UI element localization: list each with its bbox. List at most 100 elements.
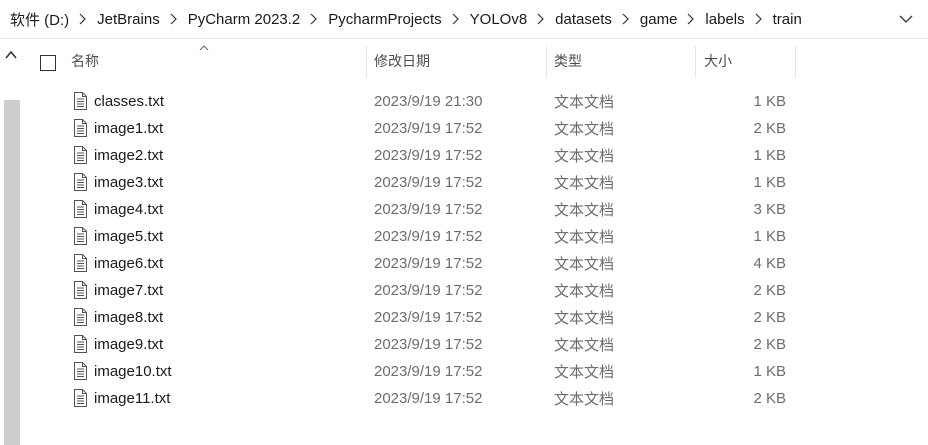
file-name[interactable]: image10.txt [94, 358, 172, 385]
file-modified-date: 2023/9/19 17:52 [374, 282, 483, 299]
file-row[interactable]: image10.txt 2023/9/19 17:52 文本文档 1 KB [22, 358, 928, 385]
file-name[interactable]: image1.txt [94, 115, 163, 142]
file-name[interactable]: image11.txt [94, 385, 170, 412]
file-size: 2 KB [753, 336, 786, 353]
file-modified-date: 2023/9/19 17:52 [374, 309, 483, 326]
file-size: 1 KB [753, 228, 786, 245]
chevron-right-icon[interactable] [745, 0, 773, 38]
chevron-right-icon[interactable] [527, 0, 555, 38]
file-row[interactable]: image6.txt 2023/9/19 17:52 文本文档 4 KB [22, 250, 928, 277]
file-type: 文本文档 [554, 229, 615, 246]
column-header-type[interactable]: 类型 [554, 40, 582, 82]
text-document-icon [74, 254, 87, 272]
file-name[interactable]: image3.txt [94, 169, 163, 196]
file-type: 文本文档 [554, 94, 615, 111]
chevron-right-icon[interactable] [442, 0, 470, 38]
file-type: 文本文档 [554, 337, 615, 354]
column-header-name[interactable]: 名称 [71, 40, 99, 82]
file-name[interactable]: classes.txt [94, 88, 164, 115]
file-row[interactable]: image11.txt 2023/9/19 17:52 文本文档 2 KB [22, 385, 928, 412]
text-document-icon [74, 92, 87, 110]
file-type: 文本文档 [554, 121, 615, 138]
text-document-icon [74, 227, 87, 245]
file-name[interactable]: image7.txt [94, 277, 163, 304]
file-modified-date: 2023/9/19 17:52 [374, 228, 483, 245]
file-name[interactable]: image2.txt [94, 142, 163, 169]
file-modified-date: 2023/9/19 17:52 [374, 174, 483, 191]
file-size: 1 KB [753, 174, 786, 191]
chevron-right-icon[interactable] [677, 0, 705, 38]
text-document-icon [74, 200, 87, 218]
file-modified-date: 2023/9/19 17:52 [374, 147, 483, 164]
text-document-icon [74, 146, 87, 164]
file-row[interactable]: image5.txt 2023/9/19 17:52 文本文档 1 KB [22, 223, 928, 250]
column-header-size[interactable]: 大小 [704, 40, 732, 82]
address-bar[interactable]: 软件 (D:) JetBrains PyCharm 2023.2 Pycharm… [0, 0, 928, 39]
breadcrumb-item[interactable]: PyCharm 2023.2 [188, 11, 301, 28]
file-row[interactable]: image1.txt 2023/9/19 17:52 文本文档 2 KB [22, 115, 928, 142]
file-modified-date: 2023/9/19 17:52 [374, 201, 483, 218]
column-header-modified[interactable]: 修改日期 [374, 40, 430, 82]
file-row[interactable]: image3.txt 2023/9/19 17:52 文本文档 1 KB [22, 169, 928, 196]
file-row[interactable]: image7.txt 2023/9/19 17:52 文本文档 2 KB [22, 277, 928, 304]
breadcrumb-item[interactable]: labels [705, 11, 744, 28]
file-size: 3 KB [753, 201, 786, 218]
file-modified-date: 2023/9/19 17:52 [374, 255, 483, 272]
text-document-icon [74, 389, 87, 407]
column-divider[interactable] [546, 46, 547, 78]
file-name[interactable]: image4.txt [94, 196, 163, 223]
breadcrumb-item[interactable]: JetBrains [97, 11, 160, 28]
file-name[interactable]: image6.txt [94, 250, 163, 277]
chevron-right-icon[interactable] [300, 0, 328, 38]
file-row[interactable]: image8.txt 2023/9/19 17:52 文本文档 2 KB [22, 304, 928, 331]
text-document-icon [74, 173, 87, 191]
text-document-icon [74, 281, 87, 299]
breadcrumb-item[interactable]: datasets [555, 11, 612, 28]
breadcrumb-item[interactable]: YOLOv8 [470, 11, 528, 28]
file-row[interactable]: image9.txt 2023/9/19 17:52 文本文档 2 KB [22, 331, 928, 358]
file-type: 文本文档 [554, 364, 615, 381]
file-size: 2 KB [753, 309, 786, 326]
file-size: 1 KB [753, 363, 786, 380]
file-size: 1 KB [753, 147, 786, 164]
breadcrumb: 软件 (D:) JetBrains PyCharm 2023.2 Pycharm… [10, 0, 802, 38]
file-type: 文本文档 [554, 283, 615, 300]
chevron-right-icon[interactable] [160, 0, 188, 38]
text-document-icon [74, 308, 87, 326]
file-size: 2 KB [753, 390, 786, 407]
vertical-scrollbar[interactable] [0, 40, 22, 445]
column-divider[interactable] [695, 46, 696, 78]
file-modified-date: 2023/9/19 17:52 [374, 120, 483, 137]
column-header-row: 名称 修改日期 类型 大小 [22, 40, 928, 82]
text-document-icon [74, 335, 87, 353]
chevron-right-icon[interactable] [612, 0, 640, 38]
column-divider[interactable] [795, 46, 796, 78]
file-row[interactable]: image4.txt 2023/9/19 17:52 文本文档 3 KB [22, 196, 928, 223]
file-size: 2 KB [753, 120, 786, 137]
text-document-icon [74, 119, 87, 137]
breadcrumb-item[interactable]: train [773, 11, 802, 28]
file-row[interactable]: image2.txt 2023/9/19 17:52 文本文档 1 KB [22, 142, 928, 169]
breadcrumb-item[interactable]: 软件 (D:) [10, 9, 69, 30]
file-size: 1 KB [753, 93, 786, 110]
file-type: 文本文档 [554, 175, 615, 192]
chevron-down-icon[interactable] [898, 11, 914, 27]
breadcrumb-item[interactable]: PycharmProjects [328, 11, 441, 28]
file-size: 4 KB [753, 255, 786, 272]
file-name[interactable]: image8.txt [94, 304, 163, 331]
file-type: 文本文档 [554, 256, 615, 273]
scroll-up-icon[interactable] [4, 48, 18, 62]
file-name[interactable]: image5.txt [94, 223, 163, 250]
column-divider[interactable] [366, 46, 367, 78]
file-type: 文本文档 [554, 391, 615, 408]
file-modified-date: 2023/9/19 17:52 [374, 336, 483, 353]
file-row[interactable]: classes.txt 2023/9/19 21:30 文本文档 1 KB [22, 88, 928, 115]
breadcrumb-item[interactable]: game [640, 11, 678, 28]
file-name[interactable]: image9.txt [94, 331, 163, 358]
file-size: 2 KB [753, 282, 786, 299]
scrollbar-thumb[interactable] [4, 100, 20, 445]
chevron-right-icon[interactable] [69, 0, 97, 38]
file-type: 文本文档 [554, 310, 615, 327]
file-modified-date: 2023/9/19 17:52 [374, 390, 483, 407]
file-modified-date: 2023/9/19 21:30 [374, 93, 483, 110]
